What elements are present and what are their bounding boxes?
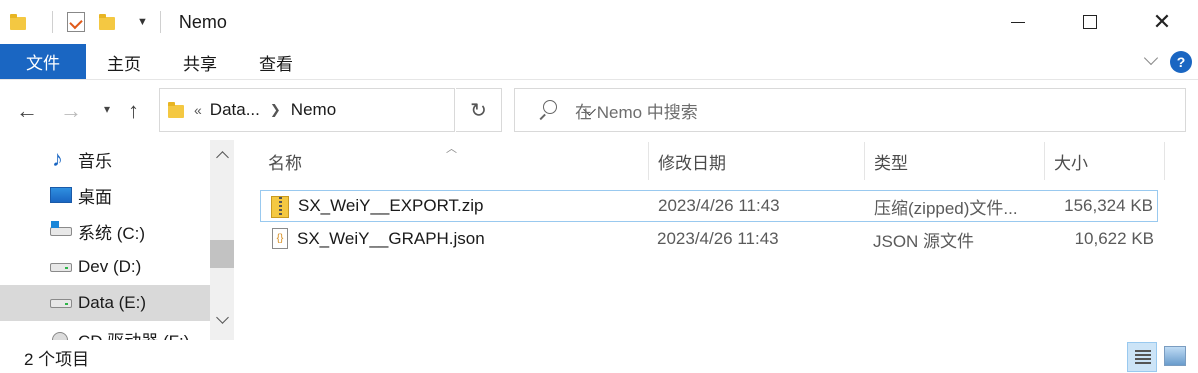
address-bar[interactable]: « Data... ❯ Nemo — [159, 88, 455, 132]
maximize-icon — [1083, 15, 1097, 29]
properties-icon[interactable] — [67, 12, 85, 32]
help-icon[interactable]: ? — [1170, 51, 1192, 73]
sidebar-item-dev-d[interactable]: Dev (D:) — [0, 249, 210, 285]
recent-locations-icon[interactable]: ▾ — [104, 102, 110, 116]
file-type: 压缩(zipped)文件... — [874, 198, 1018, 218]
file-list: ︿ 名称 修改日期 类型 大小 SX_WeiY__EXPORT.zip 2023… — [234, 140, 1198, 340]
desktop-icon — [50, 187, 72, 203]
close-icon: ✕ — [1152, 9, 1172, 34]
sidebar-item-label: 桌面 — [78, 187, 112, 207]
status-bar: 2 个项目 — [0, 340, 1198, 373]
breadcrumb-item-data[interactable]: Data... — [210, 100, 260, 120]
new-folder-icon[interactable] — [99, 14, 119, 30]
column-header-name[interactable]: 名称 — [258, 142, 648, 180]
navigation-scrollbar[interactable] — [210, 140, 234, 340]
drive-icon — [50, 299, 72, 308]
sidebar-item-music[interactable]: ♪ 音乐 — [0, 141, 210, 177]
toolbar-divider — [159, 11, 161, 33]
file-size: 10,622 KB — [1074, 229, 1154, 248]
refresh-button[interactable]: ↻ — [456, 88, 502, 132]
window-controls: ✕ — [982, 0, 1198, 44]
tab-home[interactable]: 主页 — [96, 46, 152, 78]
breadcrumb-item-nemo[interactable]: Nemo — [291, 100, 336, 120]
address-row: ← → ▾ ↑ « Data... ❯ Nemo ↻ 在 Nemo 中搜索 — [0, 80, 1198, 140]
music-icon: ♪ — [52, 146, 63, 171]
breadcrumb-overflow[interactable]: « — [194, 102, 202, 118]
zip-icon — [271, 196, 289, 218]
column-header-type[interactable]: 类型 — [864, 142, 1044, 180]
folder-icon[interactable] — [10, 14, 30, 30]
breadcrumb: « Data... ❯ Nemo — [194, 100, 336, 120]
item-count: 2 个项目 — [24, 350, 90, 369]
details-view-icon[interactable] — [1127, 342, 1157, 372]
sidebar-item-data-e[interactable]: Data (E:) — [0, 285, 210, 321]
file-size: 156,324 KB — [1064, 196, 1153, 215]
sidebar-item-desktop[interactable]: 桌面 — [0, 177, 210, 213]
system-drive-icon — [50, 221, 72, 236]
drive-icon — [50, 263, 72, 272]
toolbar-divider — [52, 11, 53, 33]
sidebar-item-label: CD 驱动器 (F:) — [78, 327, 189, 341]
file-type: JSON 源文件 — [873, 231, 975, 251]
title-bar: ▼ Nemo ✕ — [0, 0, 1198, 44]
sidebar-item-system-c[interactable]: 系统 (C:) — [0, 213, 210, 249]
sidebar-item-cd-f[interactable]: CD 驱动器 (F:) — [0, 321, 210, 340]
forward-arrow-icon[interactable]: → — [60, 98, 82, 124]
refresh-icon: ↻ — [470, 99, 487, 122]
window-title: Nemo — [178, 11, 227, 32]
column-header-date[interactable]: 修改日期 — [648, 142, 864, 180]
maximize-button[interactable] — [1054, 0, 1126, 44]
navigation-pane: ♪ 音乐 桌面 系统 (C:) Dev (D:) Data (E:) CD 驱动… — [0, 140, 234, 340]
sidebar-item-label: 系统 (C:) — [78, 223, 146, 243]
folder-icon — [168, 102, 184, 118]
sidebar-item-label: 音乐 — [78, 151, 112, 171]
cd-drive-icon — [52, 332, 68, 340]
file-row[interactable]: {} SX_WeiY__GRAPH.json 2023/4/26 11:43 J… — [260, 223, 1158, 255]
customize-toolbar-icon[interactable]: ▼ — [137, 16, 148, 28]
scroll-up-icon[interactable] — [217, 151, 227, 161]
column-header-size[interactable]: 大小 — [1044, 142, 1164, 180]
minimize-button[interactable] — [982, 0, 1054, 44]
minimize-icon — [1011, 21, 1025, 23]
quick-access-toolbar: ▼ Nemo — [0, 0, 227, 44]
file-row[interactable]: SX_WeiY__EXPORT.zip 2023/4/26 11:43 压缩(z… — [260, 190, 1158, 222]
search-input[interactable]: 在 Nemo 中搜索 — [575, 98, 698, 123]
close-button[interactable]: ✕ — [1126, 0, 1198, 44]
up-arrow-icon[interactable]: ↑ — [128, 98, 139, 124]
tab-file[interactable]: 文件 — [0, 44, 86, 79]
file-name: SX_WeiY__EXPORT.zip — [298, 196, 484, 215]
back-arrow-icon[interactable]: ← — [16, 98, 38, 124]
chevron-right-icon[interactable]: ❯ — [270, 102, 281, 118]
expand-ribbon-icon[interactable] — [1142, 52, 1162, 72]
sidebar-item-label: Data (E:) — [78, 293, 147, 312]
search-icon — [537, 100, 557, 120]
sidebar-item-label: Dev (D:) — [78, 257, 142, 276]
ribbon: 文件 主页 共享 查看 ? — [0, 44, 1198, 80]
scrollbar-thumb[interactable] — [210, 240, 234, 268]
file-date: 2023/4/26 11:43 — [658, 196, 780, 215]
file-date: 2023/4/26 11:43 — [657, 229, 779, 248]
tab-share[interactable]: 共享 — [172, 46, 228, 78]
json-file-icon: {} — [272, 228, 288, 249]
file-name: SX_WeiY__GRAPH.json — [297, 229, 485, 248]
tab-view[interactable]: 查看 — [248, 46, 304, 78]
large-icons-view-icon[interactable] — [1164, 346, 1186, 366]
search-box[interactable]: 在 Nemo 中搜索 — [514, 88, 1186, 132]
column-divider[interactable] — [1164, 142, 1165, 180]
scroll-down-icon[interactable] — [217, 316, 227, 326]
